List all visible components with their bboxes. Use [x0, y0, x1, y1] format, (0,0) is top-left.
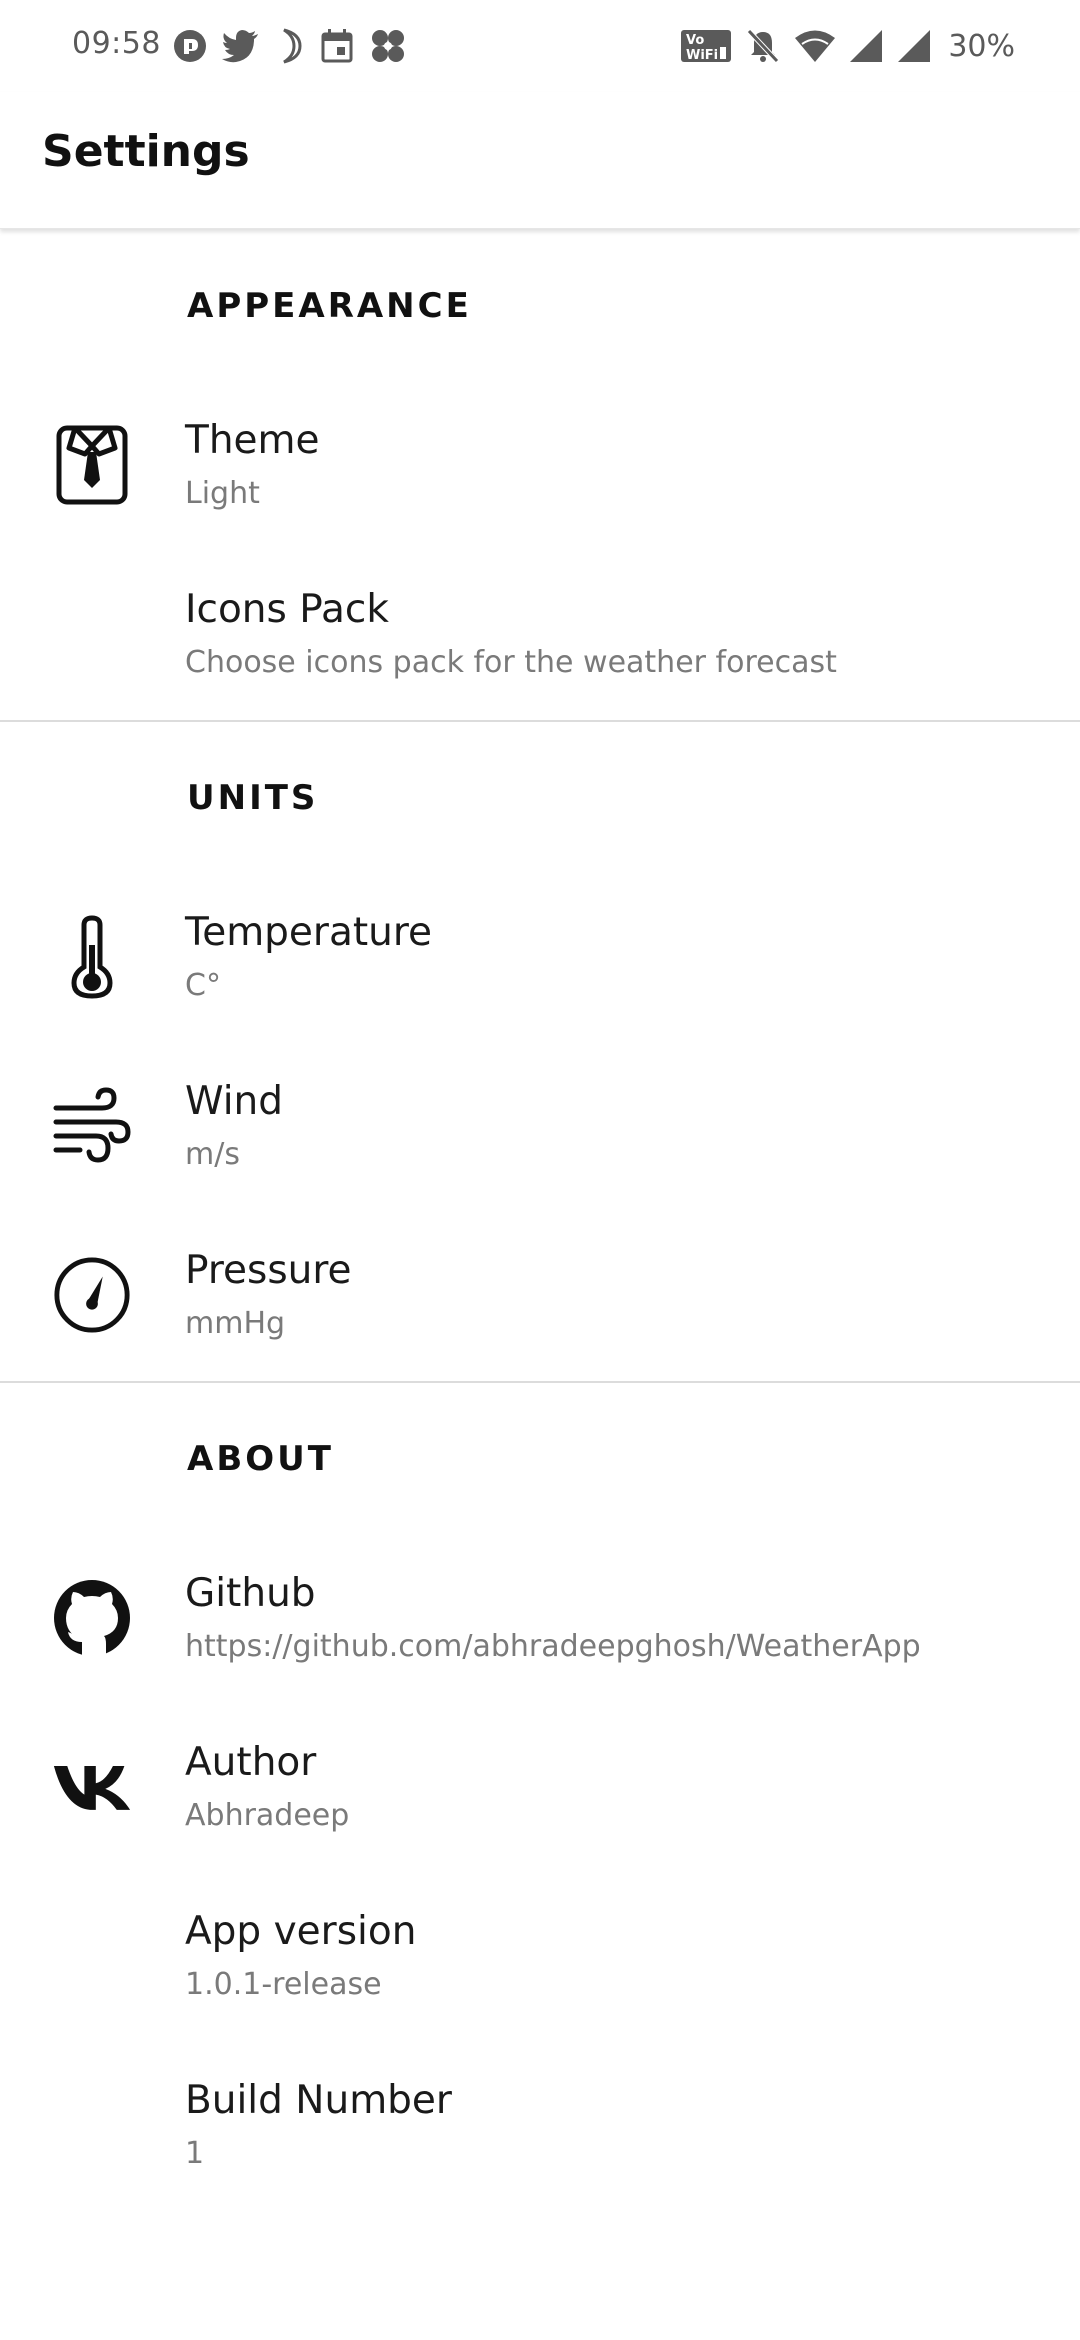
setting-title: Pressure: [185, 1248, 352, 1293]
messenger-icon: [172, 28, 208, 64]
section-header: UNITS: [0, 722, 1080, 874]
setting-title: Author: [185, 1740, 317, 1785]
setting-build-number[interactable]: Build Number 1: [0, 2042, 1080, 2211]
section-header: ABOUT: [0, 1383, 1080, 1535]
setting-value: Light: [185, 476, 260, 511]
setting-value: 1: [185, 2136, 205, 2171]
wind-icon: [52, 1083, 132, 1169]
setting-title: App version: [185, 1909, 417, 1954]
setting-value: m/s: [185, 1137, 240, 1172]
setting-value: mmHg: [185, 1306, 286, 1341]
section-about: ABOUT Github https://github.com/abhradee…: [0, 1383, 1080, 2211]
status-time: 09:58: [72, 26, 161, 61]
page-title: Settings: [42, 126, 250, 177]
bell-off-icon: [744, 28, 782, 64]
app-bar: Settings: [0, 92, 1080, 229]
moon-icon: [274, 28, 306, 64]
setting-title: Wind: [185, 1079, 284, 1124]
status-bar: 09:58 Vo WiFi 30%: [0, 0, 1080, 92]
svg-text:WiFi: WiFi: [686, 48, 718, 63]
signal-icon: [848, 29, 884, 63]
section-appearance: APPEARANCE Theme Light Icons Pack Choose…: [0, 230, 1080, 720]
setting-title: Build Number: [185, 2078, 452, 2123]
setting-value: https://github.com/abhradeepghosh/Weathe…: [185, 1629, 921, 1664]
twitter-icon: [222, 29, 260, 63]
vk-icon: [52, 1744, 132, 1830]
setting-value: Abhradeep: [185, 1798, 350, 1833]
section-header-label: UNITS: [187, 778, 319, 818]
setting-app-version[interactable]: App version 1.0.1-release: [0, 1873, 1080, 2042]
setting-value: Choose icons pack for the weather foreca…: [185, 645, 837, 680]
setting-theme[interactable]: Theme Light: [0, 382, 1080, 551]
setting-wind[interactable]: Wind m/s: [0, 1043, 1080, 1212]
setting-value: C°: [185, 968, 221, 1003]
setting-title: Icons Pack: [185, 587, 389, 632]
fan-icon: [368, 27, 408, 65]
setting-value: 1.0.1-release: [185, 1967, 382, 2002]
signal-icon: [896, 29, 932, 63]
setting-icons-pack[interactable]: Icons Pack Choose icons pack for the wea…: [0, 551, 1080, 720]
github-icon: [52, 1575, 132, 1661]
gauge-icon: [52, 1252, 132, 1338]
setting-github[interactable]: Github https://github.com/abhradeepghosh…: [0, 1535, 1080, 1704]
svg-text:Vo: Vo: [686, 33, 704, 48]
battery-level: 30%: [948, 28, 1015, 64]
setting-title: Github: [185, 1571, 316, 1616]
settings-list: APPEARANCE Theme Light Icons Pack Choose…: [0, 230, 1080, 2211]
calendar-icon: [320, 28, 354, 64]
setting-title: Theme: [185, 418, 320, 463]
section-units: UNITS Temperature C° Wind m/s Pressure m…: [0, 722, 1080, 1381]
shirt-tie-icon: [52, 422, 132, 508]
setting-temperature[interactable]: Temperature C°: [0, 874, 1080, 1043]
thermometer-icon: [52, 914, 132, 1000]
section-header-label: APPEARANCE: [187, 286, 472, 326]
setting-author[interactable]: Author Abhradeep: [0, 1704, 1080, 1873]
section-header: APPEARANCE: [0, 230, 1080, 382]
setting-title: Temperature: [185, 910, 433, 955]
section-header-label: ABOUT: [187, 1439, 334, 1479]
setting-pressure[interactable]: Pressure mmHg: [0, 1212, 1080, 1381]
vowifi-icon: Vo WiFi: [680, 28, 732, 64]
wifi-icon: [794, 29, 836, 63]
